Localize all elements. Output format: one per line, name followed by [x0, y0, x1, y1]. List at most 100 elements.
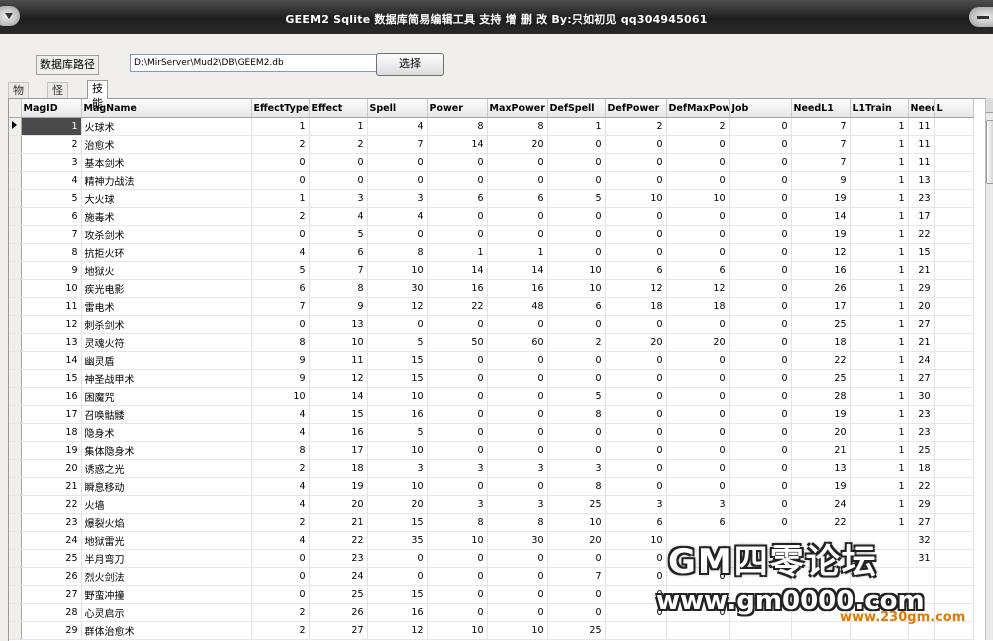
- table-cell[interactable]: 0: [605, 351, 667, 370]
- table-cell[interactable]: 0: [729, 207, 792, 226]
- table-cell[interactable]: 7: [309, 261, 368, 280]
- table-cell[interactable]: 0: [729, 279, 792, 298]
- table-cell[interactable]: 7: [367, 135, 428, 154]
- table-cell[interactable]: 0: [605, 207, 667, 226]
- table-cell[interactable]: 0: [666, 315, 730, 334]
- column-header[interactable]: Power: [427, 99, 488, 118]
- table-cell[interactable]: 0: [487, 369, 548, 388]
- table-cell[interactable]: 0: [487, 603, 548, 622]
- table-cell[interactable]: 0: [251, 171, 310, 190]
- table-cell[interactable]: 0: [729, 405, 792, 424]
- table-cell[interactable]: 0: [666, 225, 730, 244]
- table-cell[interactable]: 0: [605, 423, 667, 442]
- row-indicator[interactable]: [9, 153, 22, 172]
- table-cell[interactable]: 10: [367, 261, 428, 280]
- table-cell[interactable]: 7: [791, 117, 851, 136]
- table-cell[interactable]: 50: [427, 333, 488, 352]
- table-cell[interactable]: 集体隐身术: [81, 441, 252, 460]
- table-cell[interactable]: 4: [251, 243, 310, 262]
- table-cell[interactable]: 1: [547, 117, 606, 136]
- table-row[interactable]: 20 诱惑之光 2 18 3 3 3 3 0 0 0 13 1 18: [9, 459, 974, 478]
- table-cell[interactable]: 5: [367, 423, 428, 442]
- table-row[interactable]: 15 神圣战甲术 9 12 15 0 0 0 0 0 0 25 1 27: [9, 369, 974, 388]
- table-cell[interactable]: 15: [309, 405, 368, 424]
- table-cell[interactable]: 10: [547, 279, 606, 298]
- table-cell[interactable]: 心灵启示: [81, 603, 252, 622]
- table-cell[interactable]: 0: [487, 423, 548, 442]
- table-row[interactable]: 16 困魔咒 10 14 10 0 0 5 0 0 0 28 1 30: [9, 387, 974, 406]
- table-cell[interactable]: 0: [547, 585, 606, 604]
- table-cell[interactable]: 10: [547, 261, 606, 280]
- table-cell[interactable]: 25: [547, 621, 606, 640]
- table-cell[interactable]: 0: [487, 225, 548, 244]
- table-cell[interactable]: 28: [791, 387, 851, 406]
- table-cell[interactable]: 18: [908, 459, 935, 478]
- table-row[interactable]: 21 瞬息移动 4 19 10 0 0 8 0 0 0 19 1 22: [9, 477, 974, 496]
- table-cell[interactable]: 0: [427, 423, 488, 442]
- table-cell[interactable]: 48: [487, 297, 548, 316]
- table-cell[interactable]: 2: [309, 135, 368, 154]
- table-cell[interactable]: 18: [21, 423, 82, 442]
- table-cell[interactable]: 12: [367, 297, 428, 316]
- column-header[interactable]: DefSpell: [547, 99, 606, 118]
- table-cell[interactable]: 27: [908, 513, 935, 532]
- table-cell[interactable]: 8: [487, 513, 548, 532]
- table-cell[interactable]: 2: [251, 621, 310, 640]
- table-cell[interactable]: 7: [791, 135, 851, 154]
- table-cell[interactable]: 0: [547, 351, 606, 370]
- column-header[interactable]: Effect: [309, 99, 368, 118]
- column-header[interactable]: DefPower: [605, 99, 667, 118]
- table-cell[interactable]: 27: [309, 621, 368, 640]
- table-cell[interactable]: 6: [309, 243, 368, 262]
- table-cell[interactable]: 10: [251, 387, 310, 406]
- table-cell[interactable]: 7: [547, 567, 606, 586]
- table-cell[interactable]: 31: [908, 549, 935, 568]
- table-cell[interactable]: 30: [908, 387, 935, 406]
- table-cell[interactable]: 12: [666, 279, 730, 298]
- table-cell[interactable]: 8: [487, 117, 548, 136]
- row-indicator[interactable]: [9, 423, 22, 442]
- table-cell[interactable]: 11: [908, 117, 935, 136]
- table-cell[interactable]: 9: [251, 369, 310, 388]
- table-cell[interactable]: 0: [666, 477, 730, 496]
- table-cell[interactable]: 16: [791, 261, 851, 280]
- table-cell[interactable]: 0: [605, 405, 667, 424]
- table-cell[interactable]: 24: [908, 351, 935, 370]
- column-header[interactable]: EffectType: [251, 99, 310, 118]
- table-cell[interactable]: 13: [791, 459, 851, 478]
- table-cell[interactable]: 1: [850, 261, 909, 280]
- table-cell[interactable]: 8: [251, 441, 310, 460]
- table-cell[interactable]: 3: [367, 189, 428, 208]
- vertical-scrollbar[interactable]: [985, 98, 993, 640]
- table-row[interactable]: 2 治愈术 2 2 7 14 20 0 0 0 0 7 1 11: [9, 135, 974, 154]
- row-indicator[interactable]: [9, 603, 22, 622]
- table-cell[interactable]: 2: [251, 513, 310, 532]
- table-cell[interactable]: 0: [427, 207, 488, 226]
- table-cell[interactable]: 10: [367, 387, 428, 406]
- table-cell[interactable]: 3: [487, 495, 548, 514]
- table-cell[interactable]: 8: [309, 279, 368, 298]
- table-cell[interactable]: 10: [427, 621, 488, 640]
- table-cell[interactable]: 野蛮冲撞: [81, 585, 252, 604]
- table-cell[interactable]: 0: [487, 387, 548, 406]
- table-cell[interactable]: 6: [605, 513, 667, 532]
- table-cell[interactable]: 10: [21, 279, 82, 298]
- table-cell[interactable]: 0: [547, 549, 606, 568]
- table-row[interactable]: 6 施毒术 2 4 4 0 0 0 0 0 0 14 1 17: [9, 207, 974, 226]
- table-cell[interactable]: 0: [427, 351, 488, 370]
- table-row[interactable]: 23 爆裂火焰 2 21 15 8 8 10 6 6 0 22 1 27: [9, 513, 974, 532]
- table-cell[interactable]: 1: [850, 171, 909, 190]
- table-cell[interactable]: 8: [547, 405, 606, 424]
- column-header[interactable]: DefMaxPow: [666, 99, 730, 118]
- row-indicator[interactable]: [9, 369, 22, 388]
- tab-skills[interactable]: 技能: [87, 80, 108, 110]
- table-cell[interactable]: 6: [487, 189, 548, 208]
- table-cell[interactable]: 1: [850, 405, 909, 424]
- table-cell[interactable]: 0: [487, 441, 548, 460]
- table-cell[interactable]: 0: [427, 405, 488, 424]
- table-cell[interactable]: 14: [21, 351, 82, 370]
- table-cell[interactable]: 1: [850, 189, 909, 208]
- table-cell[interactable]: 1: [850, 243, 909, 262]
- table-cell[interactable]: 10: [605, 189, 667, 208]
- table-cell[interactable]: 大火球: [81, 189, 252, 208]
